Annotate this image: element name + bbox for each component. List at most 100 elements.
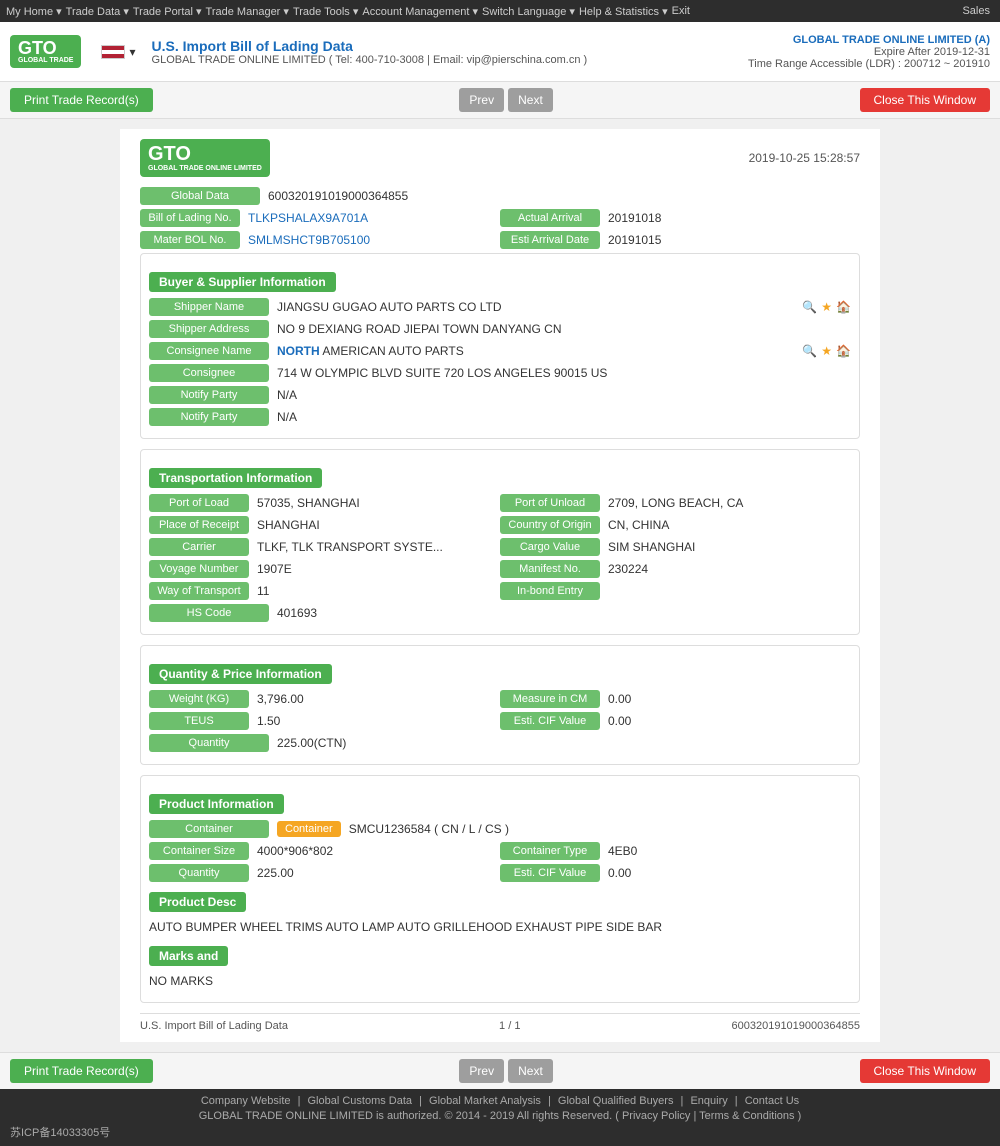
global-data-label: Global Data [140, 187, 260, 205]
quantity-header: Quantity & Price Information [149, 664, 332, 684]
close-button-bottom[interactable]: Close This Window [860, 1059, 990, 1083]
footer-company-website[interactable]: Company Website [201, 1095, 291, 1107]
nav-buttons-bottom: Prev Next [457, 1059, 554, 1083]
shipper-home-icon[interactable]: 🏠 [836, 300, 851, 314]
buyer-supplier-section: Buyer & Supplier Information Shipper Nam… [140, 253, 860, 439]
shipper-address-row: Shipper Address NO 9 DEXIANG ROAD JIEPAI… [149, 320, 851, 338]
marks-value: NO MARKS [149, 970, 851, 994]
port-row: Port of Load 57035, SHANGHAI Port of Unl… [149, 494, 851, 512]
footer-contact-us[interactable]: Contact Us [745, 1095, 799, 1107]
consignee-label: Consignee [149, 364, 269, 382]
us-flag [101, 45, 125, 59]
close-button-top[interactable]: Close This Window [860, 88, 990, 112]
print-button-top[interactable]: Print Trade Record(s) [10, 88, 153, 112]
doc-footer: U.S. Import Bill of Lading Data 1 / 1 60… [140, 1013, 860, 1032]
doc-footer-left: U.S. Import Bill of Lading Data [140, 1020, 288, 1032]
shipper-search-icon[interactable]: 🔍 [802, 300, 817, 314]
container-type-col: Container Type 4EB0 [500, 842, 851, 860]
country-origin-col: Country of Origin CN, CHINA [500, 516, 851, 534]
shipper-name-value: JIANGSU GUGAO AUTO PARTS CO LTD [277, 300, 796, 314]
top-toolbar: Print Trade Record(s) Prev Next Close Th… [0, 82, 1000, 119]
print-button-bottom[interactable]: Print Trade Record(s) [10, 1059, 153, 1083]
port-load-col: Port of Load 57035, SHANGHAI [149, 494, 500, 512]
way-transport-col: Way of Transport 11 [149, 582, 500, 600]
nav-accountmgmt[interactable]: Account Management ▾ [362, 5, 478, 18]
measure-col: Measure in CM 0.00 [500, 690, 851, 708]
nav-buttons-top: Prev Next [457, 88, 554, 112]
product-desc-header: Product Desc [149, 892, 246, 912]
footer-enquiry[interactable]: Enquiry [690, 1095, 727, 1107]
top-nav: My Home ▾ Trade Data ▾ Trade Portal ▾ Tr… [0, 0, 1000, 22]
shipper-star-icon[interactable]: ★ [821, 300, 832, 314]
container-row: Container Container SMCU1236584 ( CN / L… [149, 820, 851, 838]
site-footer: Company Website | Global Customs Data | … [0, 1089, 1000, 1146]
port-unload-value: 2709, LONG BEACH, CA [608, 496, 851, 510]
weight-value: 3,796.00 [257, 692, 500, 706]
transport-header: Transportation Information [149, 468, 322, 488]
quantity-section: Quantity & Price Information Weight (KG)… [140, 645, 860, 765]
carrier-cargo-row: Carrier TLKF, TLK TRANSPORT SYSTE... Car… [149, 538, 851, 556]
teus-cif-row: TEUS 1.50 Esti. CIF Value 0.00 [149, 712, 851, 730]
notify-party-label1: Notify Party [149, 386, 269, 404]
nav-tradedata[interactable]: Trade Data ▾ [66, 5, 129, 18]
shipper-address-label: Shipper Address [149, 320, 269, 338]
footer-global-customs[interactable]: Global Customs Data [308, 1095, 413, 1107]
consignee-home-icon[interactable]: 🏠 [836, 344, 851, 358]
product-qty-label: Quantity [149, 864, 249, 882]
marks-header: Marks and [149, 946, 228, 966]
container-label: Container [149, 820, 269, 838]
esti-arrival-col: Esti Arrival Date 20191015 [500, 231, 860, 249]
hs-code-value: 401693 [277, 606, 851, 620]
place-receipt-value: SHANGHAI [257, 518, 500, 532]
nav-exit[interactable]: Exit [672, 5, 690, 17]
voyage-col: Voyage Number 1907E [149, 560, 500, 578]
actual-arrival-col: Actual Arrival 20191018 [500, 209, 860, 227]
master-bol-value: SMLMSHCT9B705100 [248, 233, 500, 247]
footer-global-market[interactable]: Global Market Analysis [429, 1095, 541, 1107]
next-button-top[interactable]: Next [508, 88, 553, 112]
prev-button-top[interactable]: Prev [459, 88, 504, 112]
footer-global-buyers[interactable]: Global Qualified Buyers [558, 1095, 674, 1107]
cargo-value-label: Cargo Value [500, 538, 600, 556]
nav-sales: Sales [962, 5, 990, 17]
nav-tradetools[interactable]: Trade Tools ▾ [293, 5, 358, 18]
port-load-label: Port of Load [149, 494, 249, 512]
consignee-row: Consignee 714 W OLYMPIC BLVD SUITE 720 L… [149, 364, 851, 382]
nav-trademanager[interactable]: Trade Manager ▾ [206, 5, 289, 18]
inbond-label: In-bond Entry [500, 582, 600, 600]
nav-myhome[interactable]: My Home ▾ [6, 5, 62, 18]
account-company: GLOBAL TRADE ONLINE LIMITED (A) [748, 34, 990, 46]
measure-value: 0.00 [608, 692, 851, 706]
prev-button-bottom[interactable]: Prev [459, 1059, 504, 1083]
receipt-origin-row: Place of Receipt SHANGHAI Country of Ori… [149, 516, 851, 534]
footer-links: Company Website | Global Customs Data | … [10, 1095, 990, 1107]
logo: GTOGLOBAL TRADE [10, 35, 81, 68]
next-button-bottom[interactable]: Next [508, 1059, 553, 1083]
weight-label: Weight (KG) [149, 690, 249, 708]
carrier-col: Carrier TLKF, TLK TRANSPORT SYSTE... [149, 538, 500, 556]
page-title: U.S. Import Bill of Lading Data [152, 38, 748, 54]
expire-date: Expire After 2019-12-31 [748, 46, 990, 58]
doc-timestamp: 2019-10-25 15:28:57 [749, 151, 860, 165]
inbond-col: In-bond Entry [500, 582, 851, 600]
doc-logo-box: GTOGLOBAL TRADE ONLINE LIMITED [140, 139, 270, 177]
consignee-star-icon[interactable]: ★ [821, 344, 832, 358]
doc-header: GTOGLOBAL TRADE ONLINE LIMITED 2019-10-2… [140, 139, 860, 177]
place-receipt-label: Place of Receipt [149, 516, 249, 534]
container-type-value: 4EB0 [608, 844, 851, 858]
notify-party-row1: Notify Party N/A [149, 386, 851, 404]
voyage-value: 1907E [257, 562, 500, 576]
consignee-search-icon[interactable]: 🔍 [802, 344, 817, 358]
nav-helpstats[interactable]: Help & Statistics ▾ [579, 5, 668, 18]
quantity-row: Quantity 225.00(CTN) [149, 734, 851, 752]
nav-switchlang[interactable]: Switch Language ▾ [482, 5, 575, 18]
place-receipt-col: Place of Receipt SHANGHAI [149, 516, 500, 534]
logo-area: GTOGLOBAL TRADE [10, 35, 81, 68]
main-content: GTOGLOBAL TRADE ONLINE LIMITED 2019-10-2… [120, 129, 880, 1042]
nav-tradeportal[interactable]: Trade Portal ▾ [133, 5, 202, 18]
esti-cif-col: Esti. CIF Value 0.00 [500, 712, 851, 730]
product-esti-cif-col: Esti. CIF Value 0.00 [500, 864, 851, 882]
product-header: Product Information [149, 794, 284, 814]
quantity-value: 225.00(CTN) [277, 736, 851, 750]
manifest-value: 230224 [608, 562, 851, 576]
